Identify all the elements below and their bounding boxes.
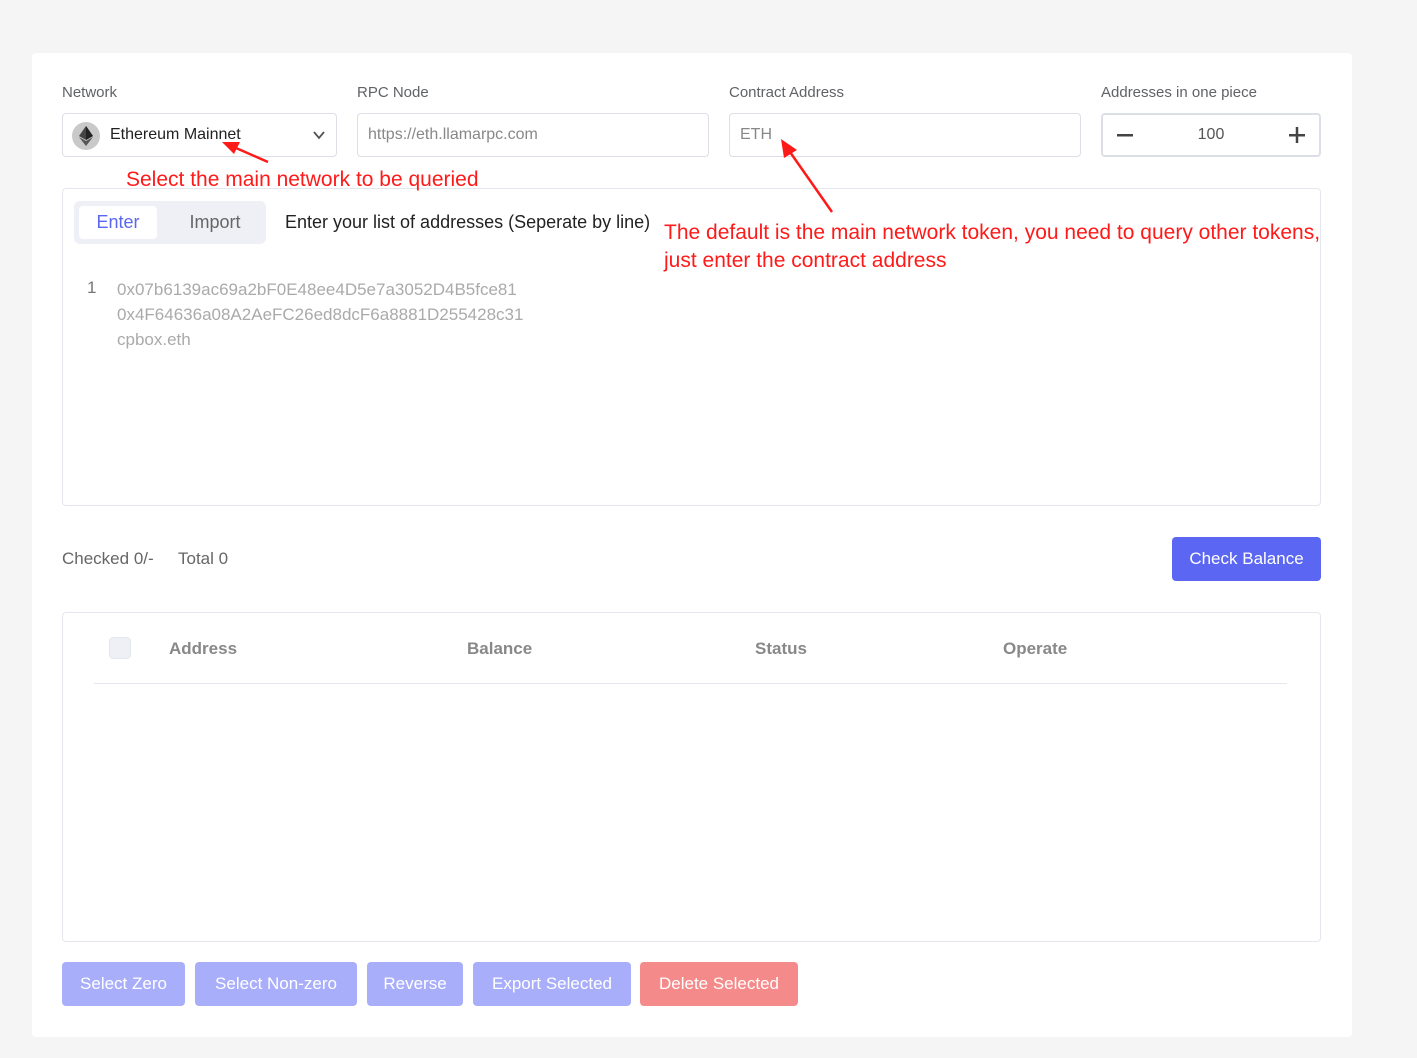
network-select[interactable]: Ethereum Mainnet bbox=[62, 113, 337, 157]
tab-import[interactable]: Import bbox=[172, 206, 258, 239]
contract-address-input[interactable]: ETH bbox=[729, 113, 1081, 157]
pieces-stepper: 100 bbox=[1101, 113, 1321, 157]
ethereum-icon bbox=[72, 122, 100, 150]
rpc-label: RPC Node bbox=[357, 84, 429, 101]
contract-label: Contract Address bbox=[729, 84, 845, 101]
delete-selected-button[interactable]: Delete Selected bbox=[640, 962, 798, 1006]
column-header-address: Address bbox=[169, 639, 238, 658]
annotation-network: Select the main network to be queried bbox=[126, 168, 479, 191]
select-non-zero-button[interactable]: Select Non-zero bbox=[195, 962, 357, 1006]
tab-enter[interactable]: Enter bbox=[79, 206, 157, 239]
export-selected-button[interactable]: Export Selected bbox=[473, 962, 631, 1006]
annotation-contract: The default is the main network token, y… bbox=[664, 219, 1320, 275]
placeholder-line: 0x07b6139ac69a2bF0E48ee4D5e7a3052D4B5fce… bbox=[117, 280, 517, 299]
placeholder-line: 0x4F64636a08A2AeFC26ed8dcF6a8881D255428c… bbox=[117, 305, 524, 324]
input-mode-tabs: Enter Import bbox=[74, 201, 266, 244]
address-textarea[interactable]: 0x07b6139ac69a2bF0E48ee4D5e7a3052D4B5fce… bbox=[117, 277, 523, 352]
header-divider bbox=[94, 683, 1287, 684]
decrement-button[interactable] bbox=[1103, 115, 1147, 155]
pieces-label: Addresses in one piece bbox=[1101, 84, 1257, 101]
annotation-contract-line: The default is the main network token, y… bbox=[664, 221, 1321, 244]
reverse-button[interactable]: Reverse bbox=[367, 962, 463, 1006]
annotation-contract-line: just enter the contract address bbox=[664, 249, 947, 272]
checked-count: Checked 0/- bbox=[62, 549, 154, 568]
pieces-value[interactable]: 100 bbox=[1147, 126, 1275, 144]
select-all-checkbox[interactable] bbox=[109, 637, 131, 659]
results-table: Address Balance Status Operate bbox=[62, 612, 1321, 942]
network-label: Network bbox=[62, 84, 118, 101]
rpc-placeholder: https://eth.llamarpc.com bbox=[368, 126, 538, 143]
increment-button[interactable] bbox=[1275, 115, 1319, 155]
placeholder-line: cpbox.eth bbox=[117, 330, 191, 349]
rpc-input[interactable]: https://eth.llamarpc.com bbox=[357, 113, 709, 157]
column-header-balance: Balance bbox=[467, 639, 533, 658]
editor-hint: Enter your list of addresses (Seperate b… bbox=[285, 212, 651, 232]
column-header-status: Status bbox=[755, 639, 807, 658]
contract-placeholder: ETH bbox=[740, 126, 772, 143]
line-number: 1 bbox=[87, 278, 97, 297]
select-zero-button[interactable]: Select Zero bbox=[62, 962, 185, 1006]
column-header-operate: Operate bbox=[1003, 639, 1068, 658]
chevron-down-icon bbox=[312, 128, 326, 147]
total-count: Total 0 bbox=[178, 549, 229, 568]
check-balance-button[interactable]: Check Balance bbox=[1172, 537, 1321, 581]
network-value: Ethereum Mainnet bbox=[110, 126, 241, 143]
